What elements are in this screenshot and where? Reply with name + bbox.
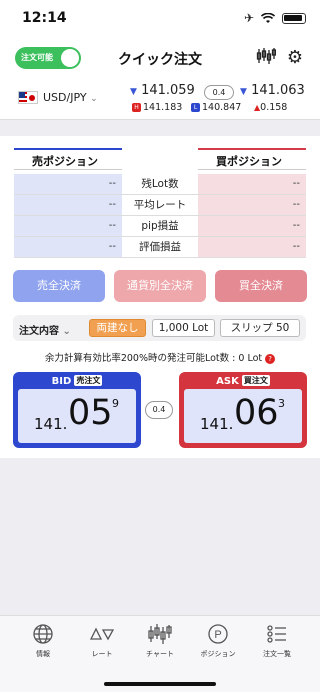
buy-value: --: [198, 174, 306, 194]
buy-value: --: [198, 237, 306, 257]
rate-change: ▲0.158: [254, 102, 287, 113]
quote-spread-pill: 0.4: [145, 401, 173, 419]
home-indicator: [104, 682, 216, 686]
buy-position-title: 買ポジション: [198, 148, 306, 170]
position-p-icon: P: [208, 624, 228, 644]
help-icon[interactable]: ?: [265, 354, 276, 364]
usd-jpy-flag-icon: [18, 91, 38, 104]
tab-label: 注文一覧: [263, 650, 291, 658]
tab-label: レート: [91, 650, 113, 658]
buy-order-tag: 買注文: [241, 375, 270, 386]
bid-sell-order-button[interactable]: BID 売注文 141. 05 9: [13, 372, 141, 448]
airplane-icon: ✈: [243, 11, 254, 25]
ask-price-sup: 3: [278, 397, 285, 410]
down-arrow-icon: ▼: [240, 87, 247, 97]
sell-position-title: 売ポジション: [14, 148, 122, 170]
svg-text:P: P: [214, 629, 221, 641]
sell-value: --: [14, 237, 122, 257]
wifi-icon: [261, 12, 275, 23]
tab-label: 情報: [36, 650, 50, 658]
buy-value: --: [198, 195, 306, 215]
buy-value: --: [198, 216, 306, 236]
bid-price-display: 141. 05 9: [18, 389, 136, 443]
chart-candles-icon[interactable]: [255, 47, 277, 69]
margin-note-text: 余力計算有効比率200%時の発注可能Lot数 : 0 Lot: [44, 353, 263, 364]
ask-price-small: 141.: [200, 415, 234, 433]
bid-price-small: 141.: [34, 415, 68, 433]
sell-value: --: [14, 195, 122, 215]
bid-rate: ▼ 141.059: [130, 83, 195, 98]
currency-pair-label: USD/JPY: [43, 91, 87, 104]
ask-title-text: ASK: [216, 376, 239, 387]
tab-order-list[interactable]: 注文一覧: [248, 622, 306, 659]
lot-chip[interactable]: 1,000 Lot: [152, 319, 215, 337]
ask-title: ASK 買注文: [179, 375, 307, 387]
status-icons: ✈: [244, 11, 306, 25]
change-value: 0.158: [260, 102, 288, 113]
order-details-label: 注文内容: [19, 326, 59, 337]
margin-note: 余力計算有効比率200%時の発注可能Lot数 : 0 Lot ?: [0, 350, 320, 364]
rate-bar: USD/JPY ⌄ ▼ 141.059 0.4 ▼ 141.063 H 141.1…: [0, 76, 320, 120]
ask-price-display: 141. 06 3: [184, 389, 302, 443]
tab-position[interactable]: P ポジション: [189, 622, 247, 659]
bid-price-sup: 9: [112, 397, 119, 410]
quick-order-panel: 売ポジション 買ポジション -- 残Lot数 -- -- 平均レート -- --…: [0, 136, 320, 458]
candlestick-icon: [148, 624, 172, 644]
sell-order-tag: 売注文: [74, 375, 103, 386]
hedge-chip[interactable]: 両建なし: [89, 319, 146, 337]
chevron-down-icon: ⌄: [90, 94, 98, 104]
settle-by-pair-button[interactable]: 通貨別全決済: [114, 270, 206, 302]
row-label: 評価損益: [139, 241, 181, 253]
header: 注文可能 クイック注文 ⚙: [0, 40, 320, 76]
down-arrow-icon: ▼: [130, 87, 137, 97]
row-label: pip損益: [141, 220, 179, 232]
status-time: 12:14: [22, 10, 67, 26]
low-rate: L 140.847: [191, 102, 241, 113]
bid-rate-value: 141.059: [141, 83, 195, 98]
slippage-chip[interactable]: スリップ 50: [220, 319, 300, 337]
chevron-down-icon: ⌄: [62, 326, 71, 337]
rate-triangles-icon: [89, 627, 115, 641]
low-value: 140.847: [202, 102, 242, 113]
position-row: -- 評価損益 --: [14, 237, 306, 258]
bottom-tab-bar: 情報 レート チャート P ポジション 注文一覧: [0, 615, 320, 692]
position-row: -- pip損益 --: [14, 216, 306, 237]
tab-rate[interactable]: レート: [73, 622, 131, 659]
currency-pair-selector[interactable]: USD/JPY ⌄: [43, 91, 98, 104]
order-details-dropdown[interactable]: 注文内容 ⌄: [19, 322, 71, 337]
high-badge: H: [132, 103, 141, 112]
tab-label: ポジション: [200, 650, 236, 658]
row-label: 平均レート: [133, 199, 187, 211]
tab-info[interactable]: 情報: [14, 622, 72, 659]
status-bar: 12:14 ✈: [0, 0, 320, 40]
row-label: 残Lot数: [141, 178, 179, 190]
spread-pill: 0.4: [204, 85, 234, 100]
bid-title-text: BID: [51, 376, 72, 387]
settings-gear-icon[interactable]: ⚙: [284, 47, 306, 69]
position-row: -- 平均レート --: [14, 195, 306, 216]
bid-title: BID 売注文: [13, 375, 141, 387]
bid-price-big: 05: [68, 393, 113, 433]
ask-rate: ▼ 141.063: [240, 83, 305, 98]
order-settings-row: 注文内容 ⌄ 両建なし 1,000 Lot スリップ 50: [13, 315, 306, 341]
globe-icon: [33, 624, 53, 644]
tab-chart[interactable]: チャート: [131, 622, 189, 659]
sell-value: --: [14, 174, 122, 194]
tab-label: チャート: [146, 650, 174, 658]
ask-rate-value: 141.063: [251, 83, 305, 98]
sell-value: --: [14, 216, 122, 236]
ask-buy-order-button[interactable]: ASK 買注文 141. 06 3: [179, 372, 307, 448]
order-list-icon: [267, 625, 286, 643]
low-badge: L: [191, 103, 200, 112]
ask-price-big: 06: [234, 393, 279, 433]
high-rate: H 141.183: [132, 102, 182, 113]
high-value: 141.183: [143, 102, 183, 113]
position-row: -- 残Lot数 --: [14, 174, 306, 195]
buy-all-settle-button[interactable]: 買全決済: [215, 270, 307, 302]
battery-icon: [282, 12, 306, 24]
sell-all-settle-button[interactable]: 売全決済: [13, 270, 105, 302]
